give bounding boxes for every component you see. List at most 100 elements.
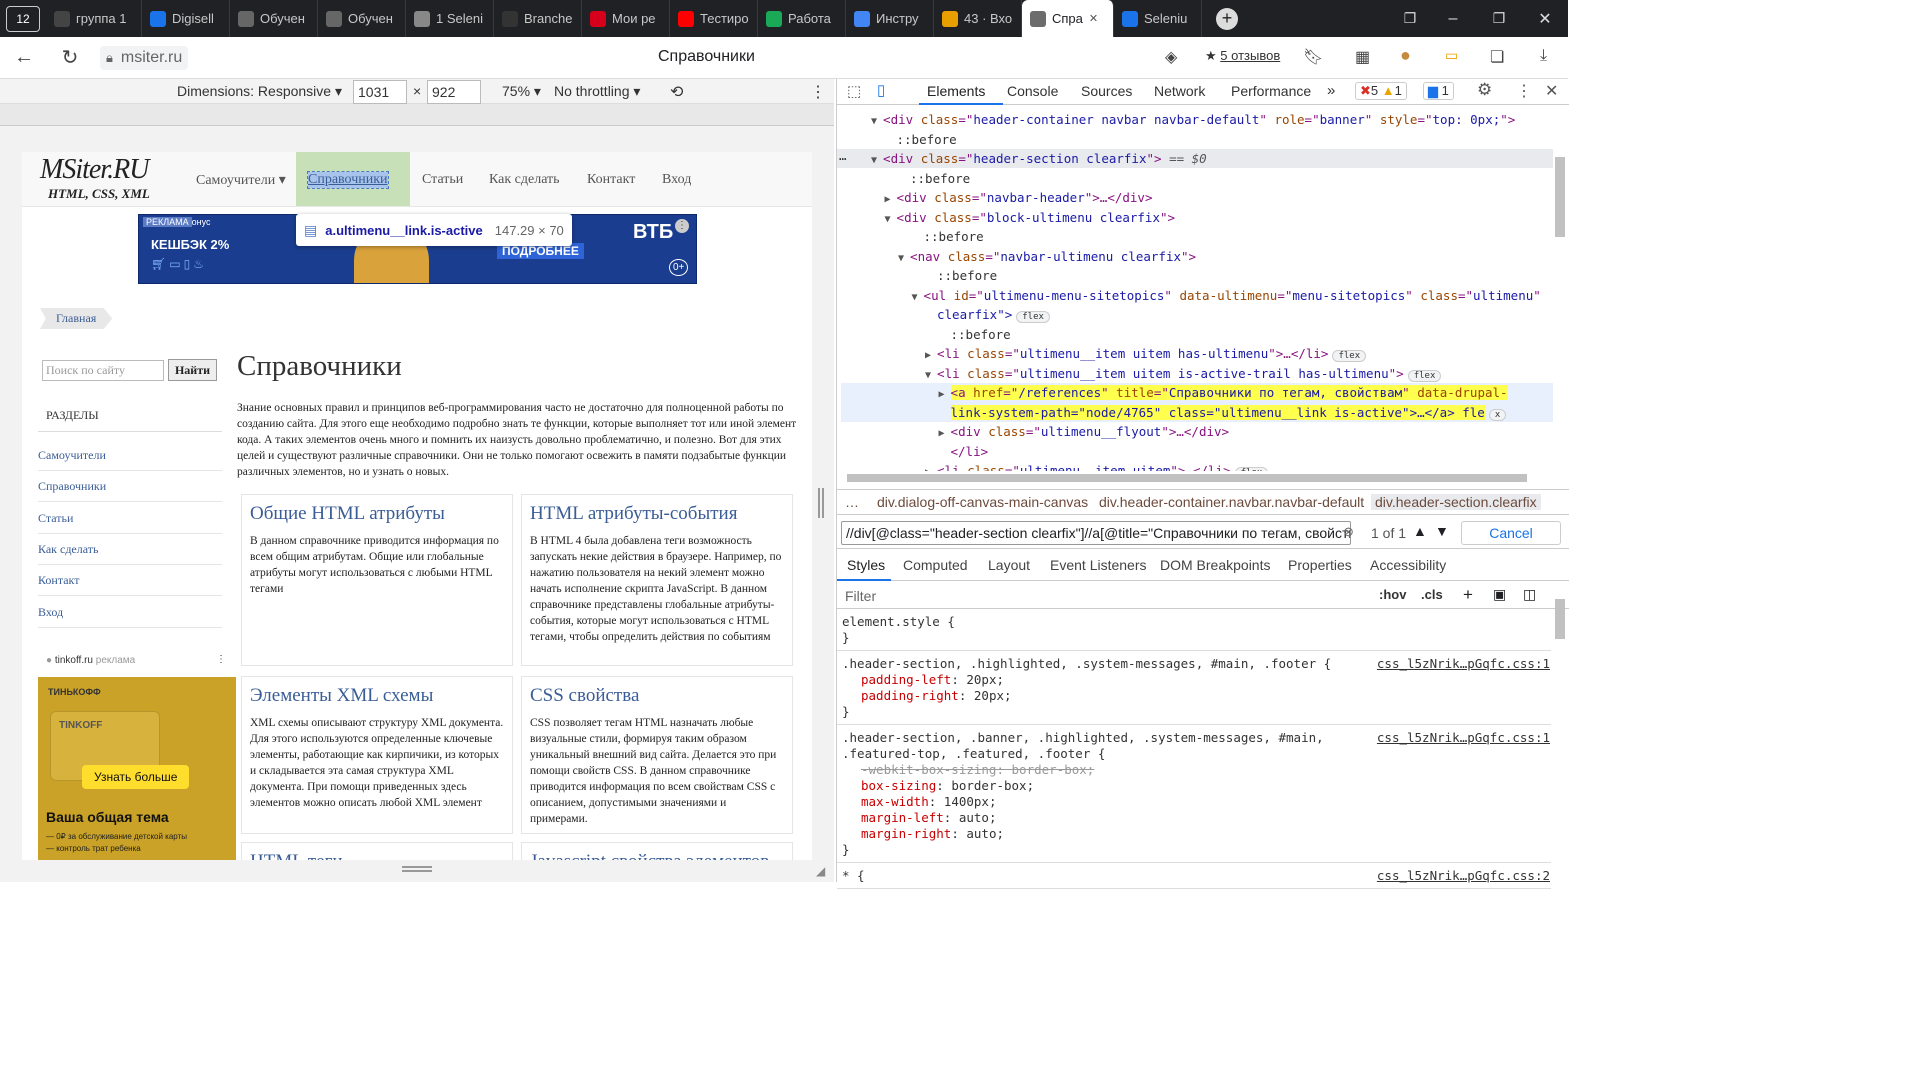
- collections-icon[interactable]: ❏: [1490, 47, 1504, 67]
- expand-toggle-icon[interactable]: ▼: [898, 253, 910, 264]
- height-input[interactable]: 922: [427, 80, 481, 104]
- css-source-link[interactable]: css_l5zNrik…pGqfc.css:1: [1377, 730, 1550, 745]
- bookmark-icon[interactable]: 🔖︎: [1303, 47, 1323, 67]
- extension-icon[interactable]: ◈: [1165, 47, 1177, 67]
- browser-tab-docs[interactable]: Инстру: [846, 0, 934, 37]
- dom-node[interactable]: ::before: [897, 130, 957, 149]
- css-declaration[interactable]: box-sizing: border-box;: [861, 778, 1034, 793]
- dom-node[interactable]: link-system-path="node/4765" class="ulti…: [950, 403, 1507, 422]
- reviews-badge[interactable]: ★ 5 отзывов: [1205, 48, 1280, 64]
- throttling-select[interactable]: No throttling ▾: [554, 83, 640, 100]
- css-source-link[interactable]: css_l5zNrik…pGqfc.css:1: [1377, 656, 1550, 671]
- tinkoff-ad[interactable]: ● tinkoff.ru реклама ⋮ ТИНЬКОФФ TINKOFF …: [38, 647, 236, 860]
- more-options-icon[interactable]: ⋮: [810, 82, 826, 102]
- dom-node[interactable]: ▼ <li class="ultimenu__item uitem is-act…: [925, 364, 1442, 383]
- dom-node[interactable]: ::before: [910, 169, 970, 188]
- node-actions-icon[interactable]: ⋯: [839, 149, 847, 168]
- search-input[interactable]: Поиск по сайту: [42, 360, 164, 381]
- dom-node[interactable]: ▼ <div class="header-container navbar na…: [871, 110, 1515, 129]
- card-title[interactable]: Элементы XML схемы: [250, 685, 504, 707]
- css-declaration[interactable]: margin-right: auto;: [861, 826, 1004, 841]
- devtools-tab-console[interactable]: Console: [1007, 83, 1058, 99]
- new-tab-icon[interactable]: +: [1216, 7, 1238, 30]
- reference-card[interactable]: HTML теги: [241, 842, 513, 860]
- devtools-tab-elements[interactable]: Elements: [927, 83, 985, 99]
- browser-tab-selenium[interactable]: Seleniu: [1114, 0, 1202, 37]
- css-selector[interactable]: .featured-top, .featured, .footer {: [842, 746, 1105, 761]
- close-tab-icon[interactable]: ✕: [1089, 12, 1098, 25]
- device-toggle-icon[interactable]: ▯: [877, 81, 885, 99]
- browser-tab-hh[interactable]: Мои ре: [582, 0, 670, 37]
- css-selector[interactable]: element.style {: [842, 614, 955, 629]
- search-prev-icon[interactable]: ▲: [1413, 523, 1427, 539]
- css-declaration[interactable]: max-width: 1400px;: [861, 794, 996, 809]
- messages-badge[interactable]: ▆ 1: [1423, 82, 1454, 100]
- battery-icon[interactable]: ▭: [1445, 47, 1458, 64]
- browser-tab-document[interactable]: 1 Seleni: [406, 0, 494, 37]
- issues-badge[interactable]: ✖5 ▲1: [1355, 82, 1407, 100]
- settings-gear-icon[interactable]: ⚙: [1477, 80, 1492, 100]
- bottom-resize-handle[interactable]: [402, 866, 432, 872]
- expand-toggle-icon[interactable]: ▶: [939, 428, 951, 439]
- dom-search-input[interactable]: //div[@class="header-section clearfix"]/…: [841, 521, 1351, 545]
- ad-menu-icon[interactable]: ⋮: [216, 654, 226, 665]
- css-declaration[interactable]: margin-left: auto;: [861, 810, 997, 825]
- nav-articles[interactable]: Статьи: [422, 172, 463, 188]
- dimensions-select[interactable]: Dimensions: Responsive ▾: [177, 83, 342, 100]
- css-source-link[interactable]: css_l5zNrik…pGqfc.css:2: [1377, 868, 1550, 883]
- cls-toggle[interactable]: .cls: [1421, 587, 1443, 602]
- browser-tab-tab-group[interactable]: группа 1: [46, 0, 142, 37]
- card-title[interactable]: CSS свойства: [530, 685, 784, 707]
- sidebar-link[interactable]: Справочники: [38, 479, 106, 494]
- restore-icon[interactable]: ❐: [1476, 10, 1522, 27]
- close-devtools-icon[interactable]: ✕: [1545, 81, 1558, 101]
- nav-how-to[interactable]: Как сделать: [489, 172, 560, 188]
- devtools-menu-icon[interactable]: ⋮: [1516, 81, 1532, 101]
- nav-references[interactable]: Справочники: [307, 171, 389, 189]
- reference-card[interactable]: Элементы XML схемы XML схемы описывают ст…: [241, 676, 513, 834]
- search-button[interactable]: Найти: [168, 359, 217, 381]
- download-icon[interactable]: ⤓: [1540, 47, 1547, 65]
- inspect-element-icon[interactable]: ⬚: [847, 82, 861, 100]
- sidebar-link[interactable]: Как сделать: [38, 542, 98, 557]
- css-selector[interactable]: .header-section, .banner, .highlighted, …: [842, 730, 1324, 745]
- new-rule-icon[interactable]: +: [1463, 585, 1473, 605]
- layout-badge[interactable]: flex: [1016, 311, 1050, 323]
- styles-filter-input[interactable]: Filter: [845, 588, 876, 604]
- dom-node[interactable]: ▼ <nav class="navbar-ultimenu clearfix">: [898, 247, 1196, 266]
- dom-node[interactable]: ::before: [924, 227, 984, 246]
- clear-search-icon[interactable]: ⊗: [1343, 524, 1354, 540]
- close-window-icon[interactable]: ✕: [1522, 9, 1568, 29]
- dom-node[interactable]: ▼ <ul id="ultimenu-menu-sitetopics" data…: [912, 286, 1541, 305]
- dom-node[interactable]: ⋯ ▼ <div class="header-section clearfix">…: [839, 149, 1207, 168]
- ad-info-icon[interactable]: ⋮: [675, 219, 689, 233]
- browser-tab-sj[interactable]: Работа: [758, 0, 846, 37]
- reference-card[interactable]: Javascript свойства элементов: [521, 842, 793, 860]
- tab-search-icon[interactable]: ❐: [1390, 10, 1430, 27]
- dom-node[interactable]: ▶ <li class="ultimenu__item uitem has-ul…: [925, 344, 1367, 363]
- more-tabs-icon[interactable]: »: [1327, 82, 1335, 99]
- dom-node[interactable]: ▼ <div class="block-ultimenu clearfix">: [885, 208, 1176, 227]
- nav-login[interactable]: Вход: [662, 172, 691, 188]
- width-input[interactable]: 1031: [353, 80, 407, 104]
- expand-toggle-icon[interactable]: ▼: [912, 292, 924, 303]
- browser-tab-msiter[interactable]: Спра ✕: [1022, 0, 1114, 37]
- css-selector[interactable]: * {: [842, 868, 865, 883]
- reload-icon[interactable]: ↻: [48, 45, 92, 70]
- nav-contact[interactable]: Контакт: [587, 172, 635, 188]
- expand-toggle-icon[interactable]: ▼: [871, 155, 883, 166]
- dom-hscrollbar[interactable]: [847, 474, 1527, 482]
- dom-node[interactable]: clearfix"> flex: [937, 305, 1050, 324]
- dom-scrollbar[interactable]: [1555, 157, 1565, 237]
- layout-badge[interactable]: flex: [1332, 350, 1367, 362]
- tab-actions-button[interactable]: 12: [6, 5, 40, 32]
- hov-toggle[interactable]: :hov: [1379, 587, 1406, 602]
- expand-toggle-icon[interactable]: ▶: [885, 194, 897, 205]
- dom-node[interactable]: ▶ <div class="navbar-header">…</div>: [885, 188, 1153, 207]
- styles-scrollbar[interactable]: [1555, 599, 1565, 639]
- breadcrumb[interactable]: Главная: [40, 308, 113, 329]
- card-title[interactable]: HTML атрибуты-события: [530, 503, 784, 525]
- css-declaration[interactable]: padding-right: 20px;: [861, 688, 1012, 703]
- dom-node[interactable]: ::before: [951, 325, 1011, 344]
- browser-tab-gmail[interactable]: 43 · Вхо: [934, 0, 1022, 37]
